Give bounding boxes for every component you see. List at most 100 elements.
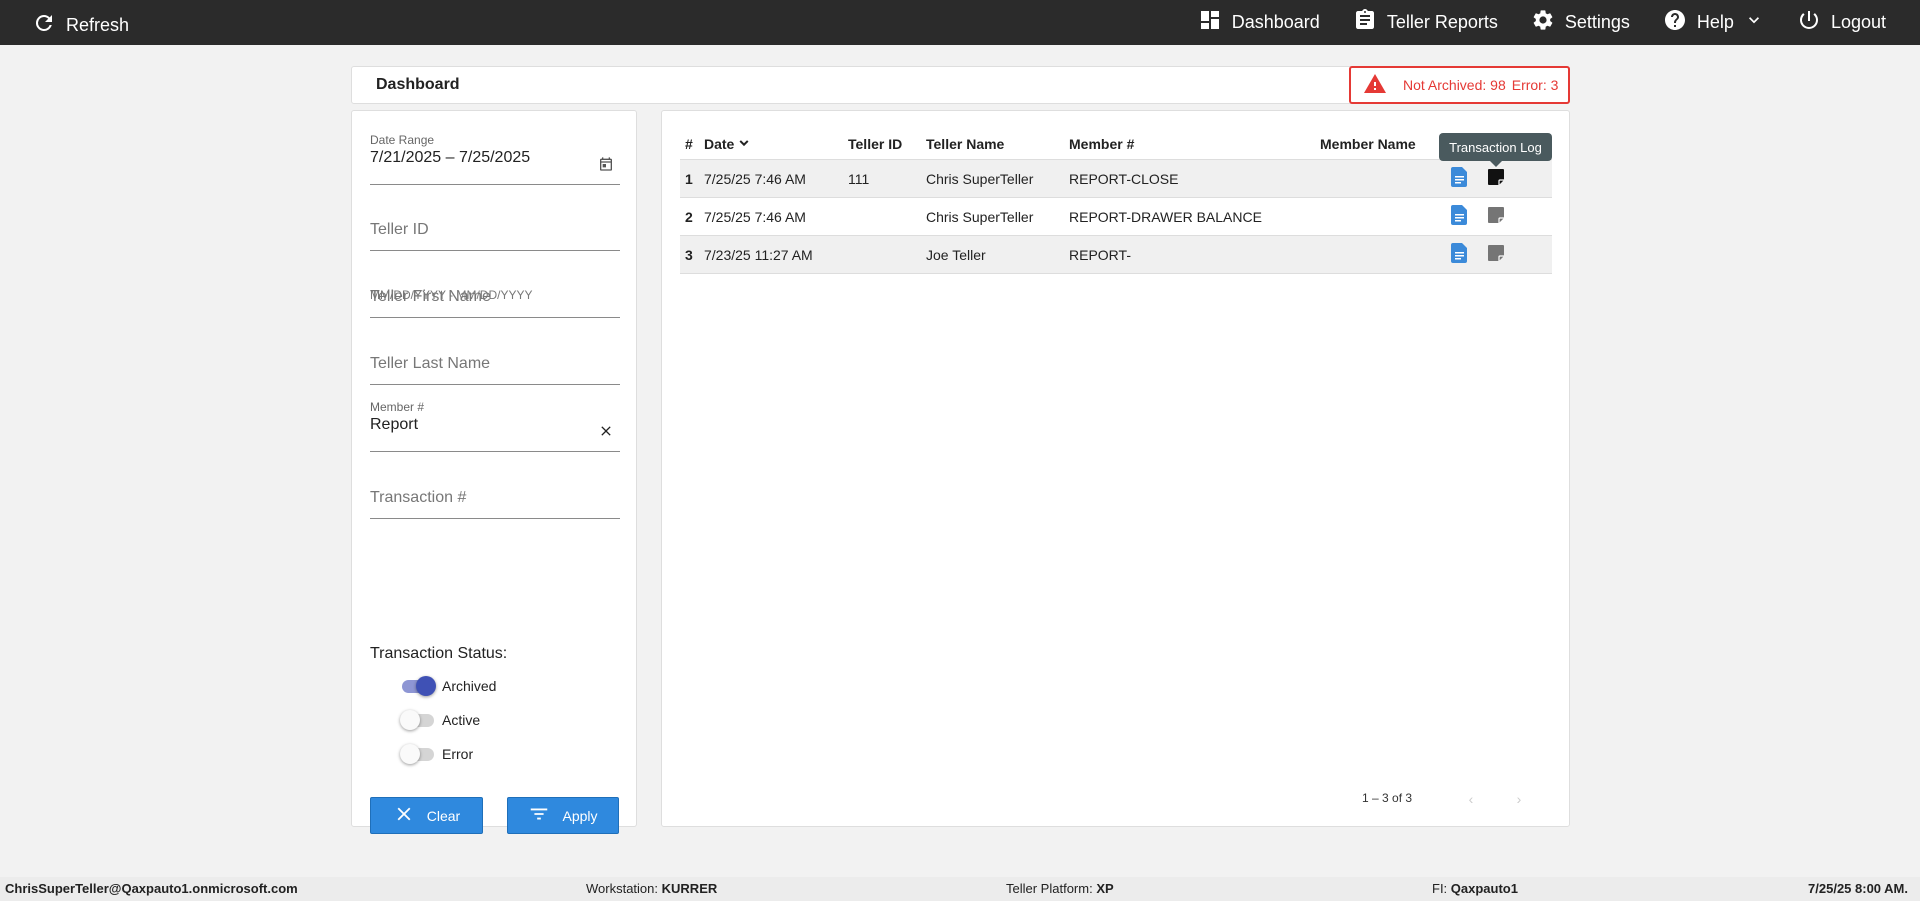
row-teller-id: 111	[848, 170, 870, 187]
table-row[interactable]: 2 7/25/25 7:46 AM Chris SuperTeller REPO…	[680, 198, 1552, 236]
nav-settings-label: Settings	[1564, 12, 1630, 32]
row-actions	[1451, 198, 1505, 235]
footer-user: ChrisSuperTeller@Qaxpauto1.onmicrosoft.c…	[5, 881, 298, 896]
chevron-down-icon	[1744, 10, 1764, 35]
date-range-label: Date Range	[370, 133, 435, 147]
row-index: 2	[685, 208, 693, 225]
nav-help[interactable]: Help	[1663, 8, 1764, 37]
filter-panel: Date Range 7/21/2025 – 7/25/2025 MM/DD/Y…	[351, 110, 637, 834]
transaction-log-tooltip: Transaction Log	[1439, 133, 1552, 167]
nav-settings[interactable]: Settings	[1531, 8, 1630, 37]
teller-first-name-input[interactable]: Teller First Name	[370, 282, 620, 318]
status-toggle-active[interactable]: Active	[400, 710, 480, 730]
status-footer: ChrisSuperTeller@Qaxpauto1.onmicrosoft.c…	[0, 877, 1920, 901]
row-member-number: REPORT-DRAWER BALANCE	[1069, 208, 1262, 225]
col-header-date[interactable]: Date	[704, 129, 752, 159]
date-range-field[interactable]: Date Range 7/21/2025 – 7/25/2025	[370, 133, 620, 185]
table-row[interactable]: 1 7/25/25 7:46 AM 111 Chris SuperTeller …	[680, 160, 1552, 198]
clear-icon[interactable]	[598, 423, 614, 444]
not-archived-count: Not Archived: 98	[1403, 77, 1506, 93]
footer-fi: FI: Qaxpauto1	[1432, 881, 1518, 896]
chevron-right-icon: ›	[1516, 791, 1522, 807]
calendar-icon[interactable]	[598, 156, 614, 177]
warning-icon	[1363, 72, 1397, 99]
footer-workstation: Workstation: KURRER	[586, 881, 717, 896]
col-header-teller-id[interactable]: Teller ID	[848, 129, 902, 159]
nav-logout-label: Logout	[1830, 12, 1886, 32]
gear-icon	[1531, 8, 1555, 37]
nav-teller-reports-label: Teller Reports	[1386, 12, 1498, 32]
row-member-number: REPORT-CLOSE	[1069, 170, 1179, 187]
col-header-member-name[interactable]: Member Name	[1320, 129, 1416, 159]
toggle-switch[interactable]	[400, 744, 436, 764]
row-index: 1	[685, 170, 693, 187]
member-number-value: Report	[370, 416, 419, 433]
status-toggle-error[interactable]: Error	[400, 744, 473, 764]
chevron-left-icon: ‹	[1468, 791, 1474, 807]
col-header-teller-name[interactable]: Teller Name	[926, 129, 1004, 159]
footer-user-email: ChrisSuperTeller@Qaxpauto1.onmicrosoft.c…	[5, 881, 298, 896]
filter-icon	[528, 803, 550, 828]
row-teller-name: Chris SuperTeller	[926, 170, 1034, 187]
col-header-member-number[interactable]: Member #	[1069, 129, 1134, 159]
previous-page-button[interactable]: ‹	[1461, 789, 1481, 809]
row-date: 7/23/25 11:27 AM	[704, 246, 813, 263]
footer-platform-label: Teller Platform:	[1006, 881, 1093, 896]
status-label-archived: Archived	[442, 678, 497, 694]
clear-button[interactable]: Clear	[370, 797, 483, 834]
power-icon	[1797, 8, 1821, 37]
toggle-switch[interactable]	[400, 710, 436, 730]
teller-last-name-input[interactable]: Teller Last Name	[370, 349, 620, 385]
next-page-button[interactable]: ›	[1509, 789, 1529, 809]
table-header: # Date Teller ID Teller Name Member # Me…	[680, 129, 1552, 160]
row-member-number: REPORT-	[1069, 246, 1131, 263]
document-icon[interactable]	[1451, 205, 1469, 228]
footer-fi-label: FI:	[1432, 881, 1448, 896]
footer-workstation-value: KURRER	[661, 881, 718, 896]
col-header-date-label: Date	[704, 136, 735, 152]
refresh-label: Refresh	[66, 15, 130, 35]
nav-help-label: Help	[1696, 12, 1734, 32]
status-toggle-archived[interactable]: Archived	[400, 676, 496, 696]
document-icon[interactable]	[1451, 167, 1469, 190]
nav-dashboard[interactable]: Dashboard	[1198, 8, 1320, 37]
status-label-active: Active	[442, 712, 481, 728]
error-count: Error: 3	[1511, 77, 1559, 93]
nav-teller-reports[interactable]: Teller Reports	[1353, 8, 1498, 37]
dashboard-icon	[1198, 8, 1222, 37]
row-actions	[1451, 236, 1505, 273]
pagination-range: 1 – 3 of 3	[1362, 791, 1413, 805]
apply-button[interactable]: Apply	[507, 797, 619, 834]
close-icon	[393, 803, 415, 828]
transaction-log-icon[interactable]	[1487, 168, 1505, 189]
teller-id-input[interactable]: Teller ID	[370, 215, 620, 251]
footer-fi-value: Qaxpauto1	[1450, 881, 1518, 896]
nav-dashboard-label: Dashboard	[1231, 12, 1320, 32]
help-icon	[1663, 8, 1687, 37]
member-number-input[interactable]: Member # Report	[370, 400, 620, 452]
toggle-switch[interactable]	[400, 676, 436, 696]
date-range-value: 7/21/2025 – 7/25/2025	[370, 149, 531, 166]
member-number-label: Member #	[370, 400, 425, 414]
refresh-button[interactable]: Refresh	[32, 11, 129, 40]
clipboard-icon	[1353, 8, 1377, 37]
transactions-table: # Date Teller ID Teller Name Member # Me…	[680, 129, 1552, 274]
page-title: Dashboard	[376, 76, 460, 93]
transaction-number-input[interactable]: Transaction #	[370, 483, 620, 519]
apply-button-label: Apply	[562, 807, 598, 824]
row-teller-name: Chris SuperTeller	[926, 208, 1034, 225]
row-teller-name: Joe Teller	[926, 246, 986, 263]
nav-logout[interactable]: Logout	[1797, 8, 1886, 37]
clear-button-label: Clear	[426, 807, 461, 824]
row-date: 7/25/25 7:46 AM	[704, 170, 806, 187]
results-panel: # Date Teller ID Teller Name Member # Me…	[661, 110, 1570, 827]
table-row[interactable]: 3 7/23/25 11:27 AM Joe Teller REPORT-	[680, 236, 1552, 274]
archive-status-alert[interactable]: Not Archived: 98 Error: 3	[1349, 66, 1570, 104]
transaction-log-icon[interactable]	[1487, 206, 1505, 227]
teller-id-placeholder: Teller ID	[370, 221, 429, 238]
document-icon[interactable]	[1451, 243, 1469, 266]
footer-datetime-value: 7/25/25 8:00 AM.	[1808, 881, 1908, 896]
transaction-number-placeholder: Transaction #	[370, 489, 467, 506]
teller-last-name-placeholder: Teller Last Name	[370, 355, 491, 372]
transaction-log-icon[interactable]	[1487, 244, 1505, 265]
